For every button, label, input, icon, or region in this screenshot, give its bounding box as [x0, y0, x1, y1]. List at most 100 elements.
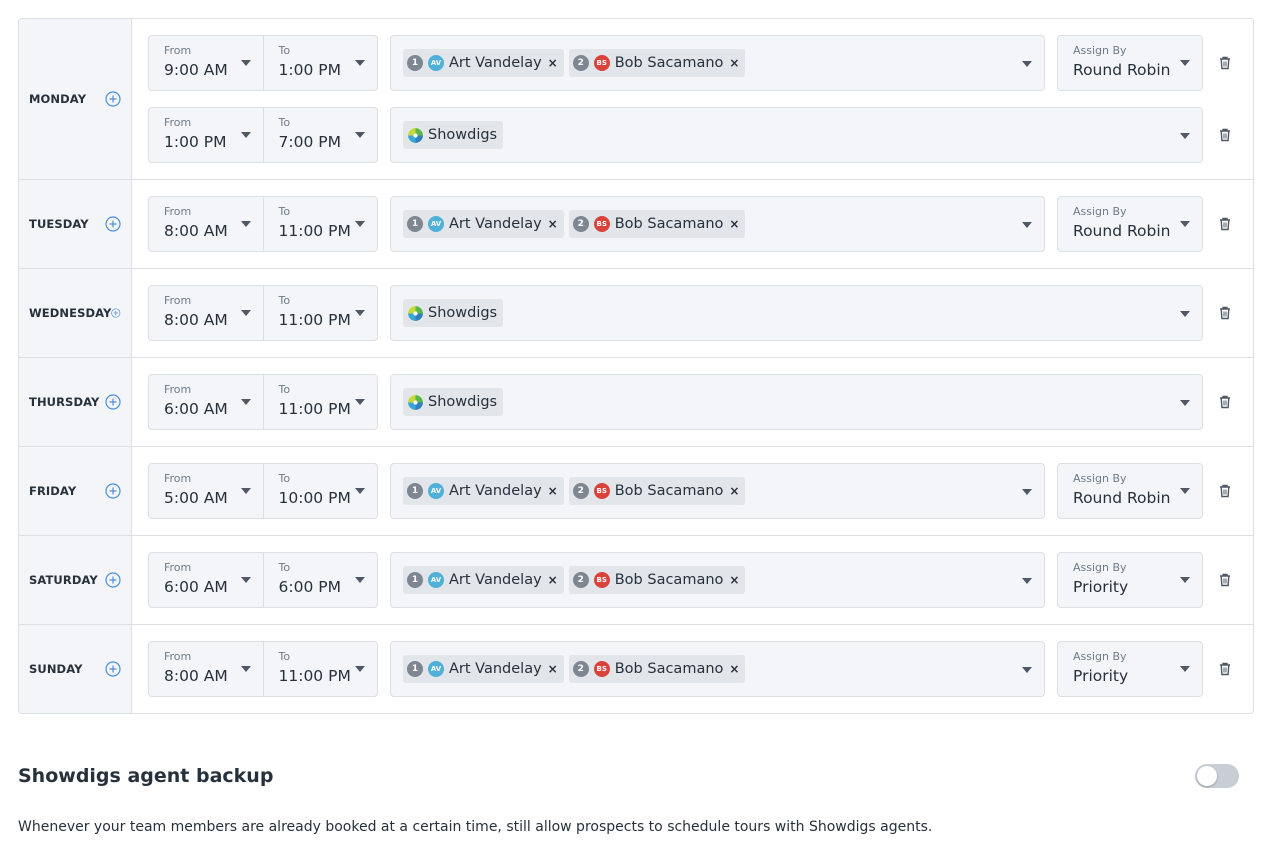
agents-select[interactable]: Showdigs — [390, 374, 1203, 430]
assign-by-select[interactable]: Assign By Priority — [1057, 552, 1203, 608]
weekly-schedule: MONDAY From 9:00 AM To 1:00 PM 1 AV Art … — [18, 18, 1254, 714]
trash-icon[interactable] — [1219, 128, 1231, 142]
plus-circle-icon[interactable] — [105, 394, 121, 410]
agent-chip: 1 AV Art Vandelay × — [403, 566, 564, 594]
to-label: To — [278, 561, 291, 574]
agents-select[interactable]: 1 AV Art Vandelay × 2 BS Bob Sacamano × — [390, 35, 1045, 91]
agents-select[interactable]: 1 AV Art Vandelay × 2 BS Bob Sacamano × — [390, 196, 1045, 252]
trash-icon[interactable] — [1219, 395, 1231, 409]
assign-by-select[interactable]: Assign By Priority — [1057, 641, 1203, 697]
plus-circle-icon[interactable] — [105, 661, 121, 677]
from-label: From — [164, 294, 192, 307]
close-icon[interactable]: × — [729, 573, 739, 587]
caret-down-icon — [240, 221, 251, 227]
trash-icon[interactable] — [1219, 573, 1231, 587]
close-icon[interactable]: × — [729, 484, 739, 498]
from-time-select[interactable]: From 8:00 AM — [149, 286, 263, 340]
agent-chip: 2 BS Bob Sacamano × — [568, 49, 746, 77]
close-icon[interactable]: × — [548, 662, 558, 676]
from-time-select[interactable]: From 8:00 AM — [149, 642, 263, 696]
to-time-select[interactable]: To 10:00 PM — [262, 464, 378, 518]
day-label-cell: FRIDAY — [19, 447, 132, 535]
plus-circle-icon[interactable] — [105, 91, 121, 107]
trash-icon[interactable] — [1219, 662, 1231, 676]
to-time-select[interactable]: To 11:00 PM — [262, 286, 378, 340]
caret-down-icon — [1022, 489, 1032, 495]
avatar: AV — [428, 55, 444, 71]
time-range: From 9:00 AM To 1:00 PM — [148, 35, 378, 91]
agent-name: Bob Sacamano — [614, 55, 724, 71]
trash-icon[interactable] — [1219, 484, 1231, 498]
trash-icon[interactable] — [1219, 306, 1231, 320]
time-range: From 1:00 PM To 7:00 PM — [148, 107, 378, 163]
close-icon[interactable]: × — [548, 56, 558, 70]
to-time-select[interactable]: To 6:00 PM — [262, 553, 378, 607]
to-time-select[interactable]: To 1:00 PM — [262, 36, 378, 90]
to-label: To — [278, 294, 291, 307]
assign-by-label: Assign By — [1073, 205, 1127, 218]
time-range: From 8:00 AM To 11:00 PM — [148, 196, 378, 252]
plus-circle-icon[interactable] — [105, 572, 121, 588]
agents-select[interactable]: 1 AV Art Vandelay × 2 BS Bob Sacamano × — [390, 552, 1045, 608]
section-description: Whenever your team members are already b… — [18, 819, 933, 835]
time-slots: From 6:00 AM To 6:00 PM 1 AV Art Vandela — [132, 536, 1253, 624]
to-label: To — [278, 383, 291, 396]
agents-select[interactable]: 1 AV Art Vandelay × 2 BS Bob Sacamano × — [390, 463, 1045, 519]
close-icon[interactable]: × — [548, 217, 558, 231]
time-slot: From 9:00 AM To 1:00 PM 1 AV Art Vandela — [148, 35, 1253, 91]
close-icon[interactable]: × — [729, 56, 739, 70]
to-time-select[interactable]: To 7:00 PM — [262, 108, 378, 162]
time-slot: From 1:00 PM To 7:00 PM Showdigs — [148, 107, 1253, 163]
agent-chip: 1 AV Art Vandelay × — [403, 655, 564, 683]
caret-down-icon — [240, 60, 251, 66]
caret-down-icon — [1180, 400, 1190, 406]
agent-order-badge: 1 — [407, 483, 423, 499]
caret-down-icon — [1180, 221, 1190, 227]
agent-order-badge: 1 — [407, 55, 423, 71]
agents-select[interactable]: Showdigs — [390, 285, 1203, 341]
from-time-select[interactable]: From 6:00 AM — [149, 553, 263, 607]
close-icon[interactable]: × — [729, 662, 739, 676]
caret-down-icon — [1022, 667, 1032, 673]
agent-name: Bob Sacamano — [614, 483, 724, 499]
to-time-select[interactable]: To 11:00 PM — [262, 197, 378, 251]
showdigs-logo-icon — [407, 127, 424, 143]
assign-by-label: Assign By — [1073, 650, 1127, 663]
day-name: SATURDAY — [29, 573, 98, 587]
close-icon[interactable]: × — [548, 484, 558, 498]
agent-name: Bob Sacamano — [614, 572, 724, 588]
close-icon[interactable]: × — [548, 573, 558, 587]
from-time-select[interactable]: From 5:00 AM — [149, 464, 263, 518]
day-label-cell: TUESDAY — [19, 180, 132, 268]
backup-toggle[interactable] — [1195, 764, 1239, 788]
agent-chip: 2 BS Bob Sacamano × — [568, 210, 746, 238]
plus-circle-icon[interactable] — [111, 305, 121, 321]
plus-circle-icon[interactable] — [105, 483, 121, 499]
agents-select[interactable]: 1 AV Art Vandelay × 2 BS Bob Sacamano × — [390, 641, 1045, 697]
plus-circle-icon[interactable] — [105, 216, 121, 232]
agent-chip: 2 BS Bob Sacamano × — [568, 566, 746, 594]
caret-down-icon — [1180, 60, 1190, 66]
assign-by-select[interactable]: Assign By Round Robin — [1057, 35, 1203, 91]
caret-down-icon — [1022, 578, 1032, 584]
from-time-select[interactable]: From 6:00 AM — [149, 375, 263, 429]
agent-chip: Showdigs — [403, 388, 504, 416]
trash-icon[interactable] — [1219, 56, 1231, 70]
from-label: From — [164, 205, 192, 218]
agents-select[interactable]: Showdigs — [390, 107, 1203, 163]
close-icon[interactable]: × — [729, 217, 739, 231]
from-time-select[interactable]: From 8:00 AM — [149, 197, 263, 251]
time-slot: From 6:00 AM To 6:00 PM 1 AV Art Vandela — [148, 552, 1253, 608]
trash-icon[interactable] — [1219, 217, 1231, 231]
assign-by-select[interactable]: Assign By Round Robin — [1057, 463, 1203, 519]
from-time-select[interactable]: From 1:00 PM — [149, 108, 263, 162]
from-time-select[interactable]: From 9:00 AM — [149, 36, 263, 90]
assign-by-select[interactable]: Assign By Round Robin — [1057, 196, 1203, 252]
section-title: Showdigs agent backup — [18, 765, 274, 787]
time-slots: From 8:00 AM To 11:00 PM 1 AV Art Vandel — [132, 625, 1253, 713]
agent-name: Art Vandelay — [449, 55, 542, 71]
assign-by-label: Assign By — [1073, 44, 1127, 57]
to-time-select[interactable]: To 11:00 PM — [262, 375, 378, 429]
to-time-select[interactable]: To 11:00 PM — [262, 642, 378, 696]
time-slot: From 8:00 AM To 11:00 PM 1 AV Art Vandel — [148, 196, 1253, 252]
